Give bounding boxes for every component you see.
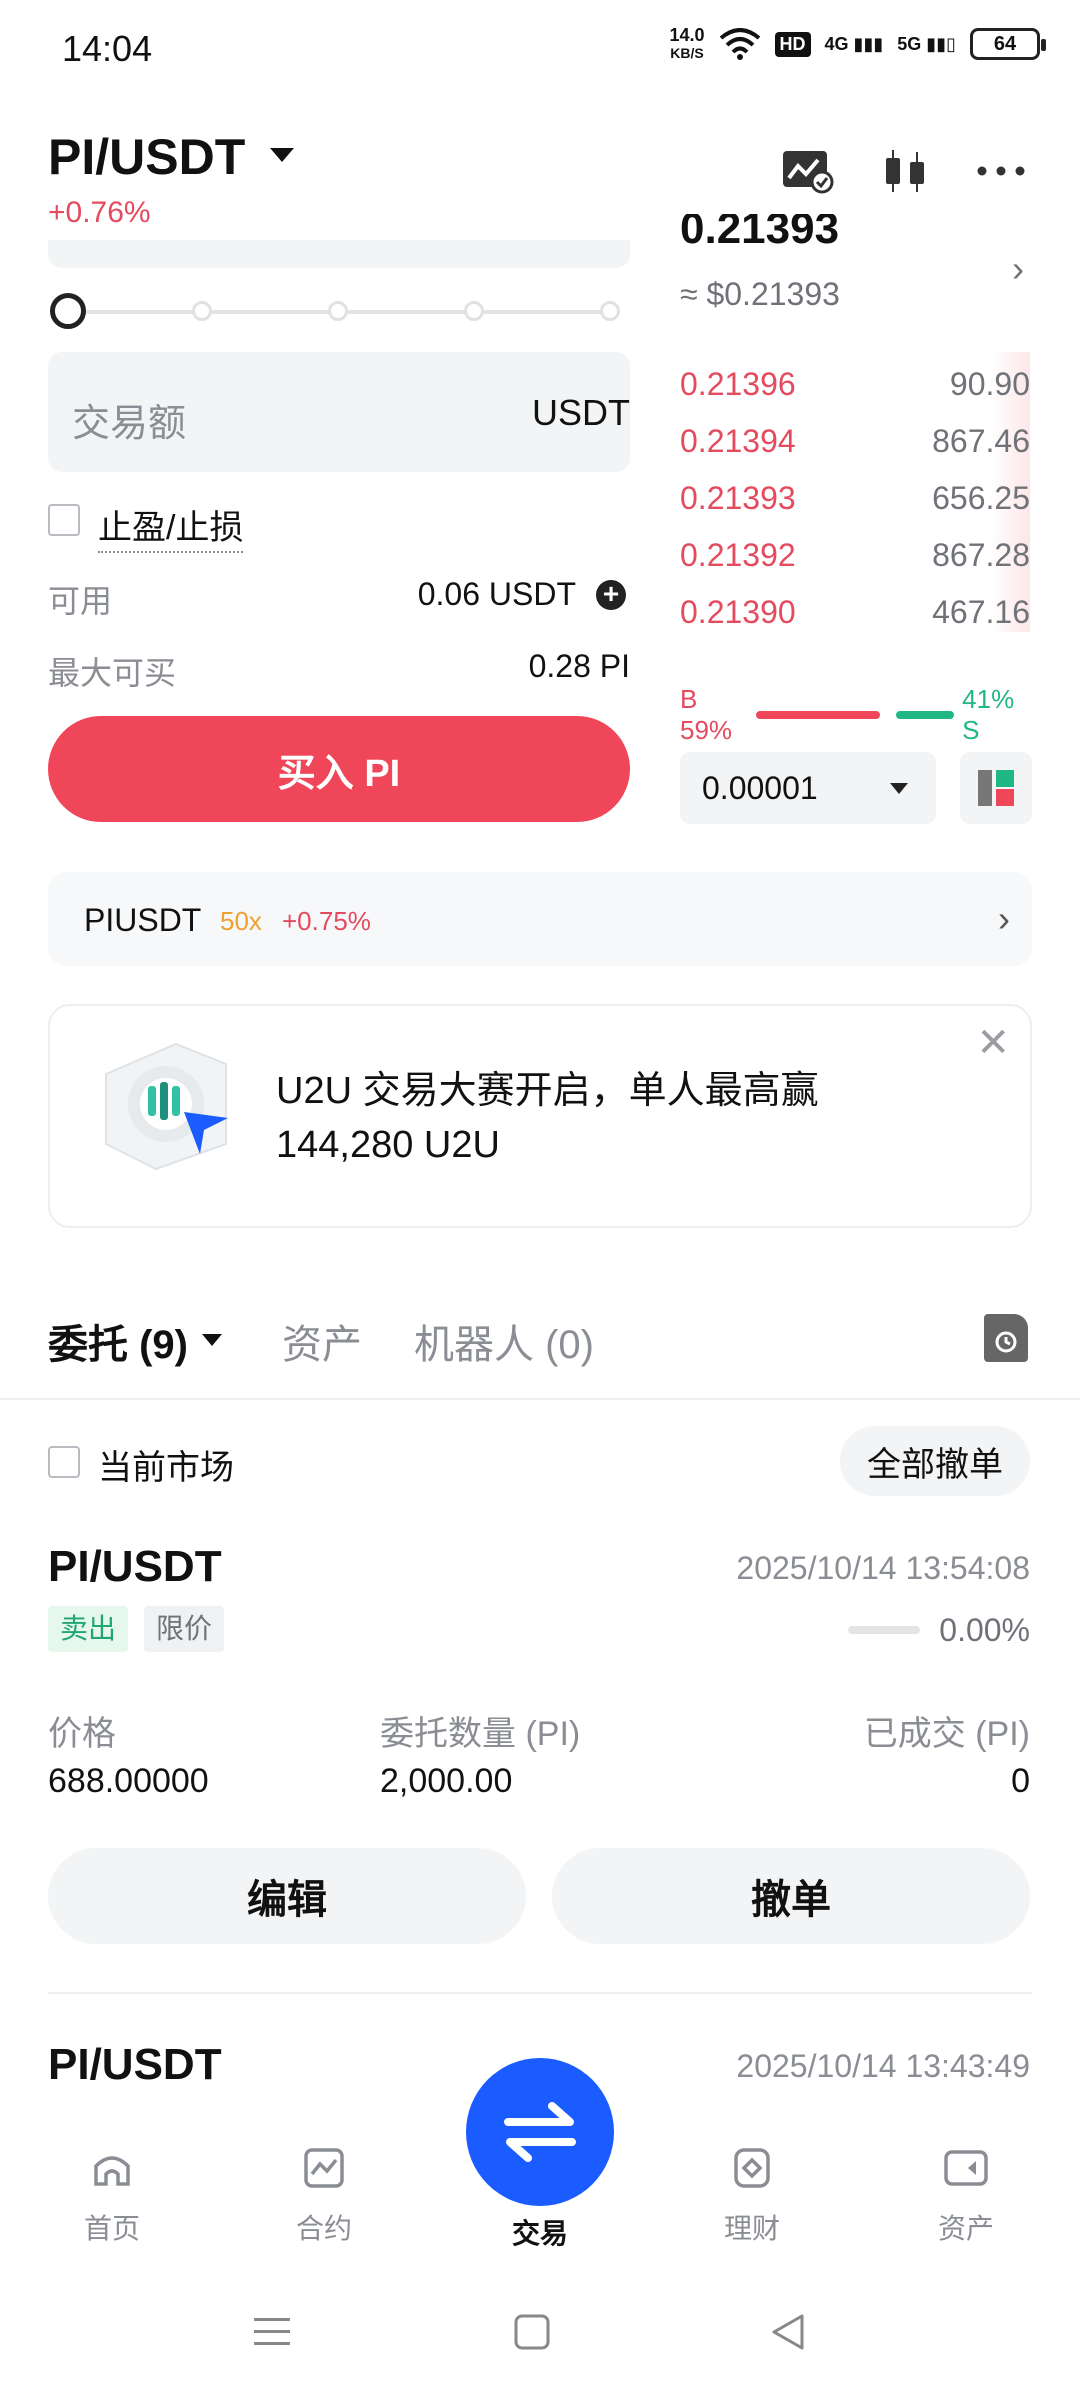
chevron-right-icon[interactable]: ›: [998, 898, 1010, 940]
nav-assets[interactable]: 资产: [906, 2146, 1026, 2247]
tick-size-select[interactable]: 0.00001: [680, 752, 936, 824]
order-time: 2025/10/14 13:43:49: [736, 2048, 1030, 2084]
nav-home[interactable]: 首页: [52, 2146, 172, 2247]
promo-text: U2U 交易大赛开启，单人最高赢 144,280 U2U: [276, 1070, 819, 1166]
available-label: 可用: [48, 583, 113, 619]
slider-step-50[interactable]: [328, 301, 348, 321]
divider: [0, 1398, 1080, 1400]
transfer-plus-icon[interactable]: +: [596, 580, 626, 610]
futures-change: +0.75%: [282, 906, 371, 936]
more-icon[interactable]: [974, 148, 1028, 194]
max-buy-value: 0.28 PI: [528, 648, 630, 684]
network-speed: 14.0 KB/S: [669, 25, 705, 61]
back-triangle-icon[interactable]: [766, 2310, 810, 2354]
caret-down-icon: [890, 782, 908, 794]
available-value: 0.06 USDT: [417, 576, 576, 612]
filled-value: 0: [1011, 1762, 1030, 1800]
filled-label: 已成交 (PI): [863, 1715, 1030, 1753]
candlestick-icon[interactable]: [878, 148, 932, 194]
order-pair: PI/USDT: [48, 2040, 222, 2089]
amount-slider-knob[interactable]: [50, 293, 86, 329]
ask-row[interactable]: 0.21393 656.25: [680, 480, 1030, 520]
tpsl-checkbox[interactable]: [48, 504, 80, 536]
sell-ratio-label: 41% S: [962, 684, 1015, 745]
battery-icon: 64: [970, 28, 1046, 60]
wallet-icon: [944, 2150, 988, 2186]
slider-step-100[interactable]: [600, 301, 620, 321]
order-pair: PI/USDT: [48, 1542, 222, 1591]
pair-selector[interactable]: PI/USDT: [48, 128, 245, 186]
earn-icon: [734, 2148, 770, 2188]
fill-percent: 0.00%: [939, 1612, 1030, 1648]
status-icons: 14.0 KB/S HD 4G ▮▮▮ 5G ▮▮▯ 64: [669, 25, 1046, 62]
buy-ratio-bar: [755, 711, 880, 719]
buy-ratio-label: B 59%: [680, 684, 733, 745]
slider-step-75[interactable]: [464, 301, 484, 321]
signal-5g-icon: 5G ▮▮▯: [897, 33, 956, 54]
amount-unit: USDT: [532, 392, 630, 433]
order-side-tag: 卖出: [48, 1606, 129, 1652]
nav-trade-label[interactable]: 交易: [480, 2212, 600, 2252]
divider: [48, 1992, 1032, 1994]
cancel-order-button[interactable]: 撤单: [552, 1848, 1030, 1944]
ask-row[interactable]: 0.21392 867.28: [680, 537, 1030, 577]
futures-symbol: PIUSDT: [84, 902, 202, 938]
wifi-icon: [719, 28, 760, 60]
price-label: 价格: [48, 1715, 116, 1753]
amount-placeholder: 交易额: [72, 403, 187, 445]
edit-button[interactable]: 编辑: [48, 1848, 526, 1944]
book-layout-icon: [978, 770, 1014, 806]
chart-settings-icon[interactable]: [780, 148, 834, 194]
signal-4g-icon: 4G ▮▮▮: [824, 33, 884, 54]
buy-button[interactable]: 买入 PI: [48, 716, 630, 822]
slider-step-25[interactable]: [192, 301, 212, 321]
nav-earn[interactable]: 理财: [692, 2146, 812, 2247]
close-icon[interactable]: ✕: [976, 1020, 1010, 1066]
chevron-right-icon[interactable]: ›: [1012, 248, 1024, 290]
buy-sell-ratio: B 59% 41% S: [680, 684, 1030, 746]
hd-icon: HD: [774, 31, 811, 57]
tab-orders[interactable]: 委托 (9): [48, 1312, 188, 1370]
book-layout-button[interactable]: [960, 752, 1032, 824]
u2u-logo-icon: [105, 1042, 228, 1171]
ask-row[interactable]: 0.21396 90.90: [680, 366, 1030, 406]
order-type-tag: 限价: [144, 1606, 225, 1652]
order-time: 2025/10/14 13:54:08: [736, 1550, 1030, 1586]
status-time: 14:04: [62, 28, 153, 69]
current-market-label[interactable]: 当前市场: [98, 1440, 234, 1489]
price-value: 688.00000: [48, 1762, 209, 1800]
qty-value: 2,000.00: [380, 1762, 513, 1800]
cancel-all-button[interactable]: 全部撤单: [840, 1426, 1030, 1496]
tpsl-label[interactable]: 止盈/止损: [98, 500, 244, 553]
futures-leverage: 50x: [220, 906, 262, 936]
home-square-icon[interactable]: [510, 2310, 554, 2354]
qty-label: 委托数量 (PI): [380, 1715, 581, 1753]
tab-assets[interactable]: 资产: [282, 1312, 362, 1370]
sell-ratio-bar: [895, 711, 955, 719]
ask-row[interactable]: 0.21394 867.46: [680, 423, 1030, 463]
menu-icon[interactable]: [250, 2310, 294, 2354]
ask-row[interactable]: 0.21390 467.16: [680, 594, 1030, 634]
order-history-icon[interactable]: [984, 1314, 1028, 1362]
nav-futures[interactable]: 合约: [264, 2146, 384, 2247]
swap-arrows-icon: [504, 2102, 576, 2162]
max-buy-label: 最大可买: [48, 655, 177, 691]
price-input-partial[interactable]: [48, 240, 630, 268]
home-icon: [94, 2156, 130, 2186]
clock-icon: [995, 1331, 1017, 1353]
approx-usd-price: ≈ $0.21393: [680, 276, 840, 312]
futures-chart-icon: [304, 2148, 344, 2188]
caret-down-icon[interactable]: [202, 1334, 222, 1346]
caret-down-icon[interactable]: [270, 148, 294, 162]
tab-bots[interactable]: 机器人 (0): [414, 1312, 594, 1370]
nav-trade-button[interactable]: [466, 2058, 614, 2206]
fill-progress-bar: [848, 1626, 920, 1634]
last-price: 0.21393: [680, 214, 840, 244]
pair-change: +0.76%: [48, 196, 151, 229]
current-market-checkbox[interactable]: [48, 1446, 80, 1478]
